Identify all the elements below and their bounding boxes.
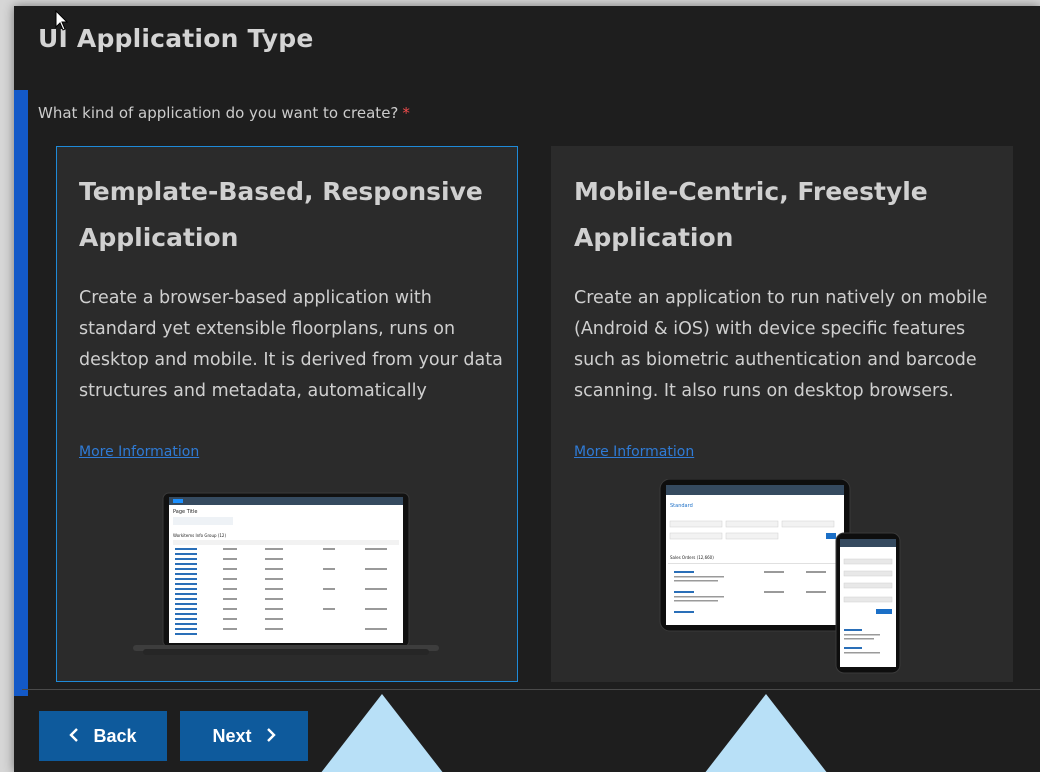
template-based-app-card[interactable]: Template-Based, Responsive Application C… xyxy=(56,146,518,682)
footer-divider xyxy=(22,689,1040,690)
more-information-link[interactable]: More Information xyxy=(79,444,199,460)
laptop-preview-image: Page Title Workitems Info Group (12) xyxy=(133,492,439,655)
next-button-label: Next xyxy=(212,725,252,746)
pointer-triangle-left xyxy=(321,694,443,772)
preview-list-heading: Workitems Info Group (12) xyxy=(173,533,226,538)
mobile-centric-app-card[interactable]: Mobile-Centric, Freestyle Application Cr… xyxy=(551,146,1013,682)
next-button[interactable]: Next xyxy=(180,711,308,761)
wizard-window: UI Application Type What kind of applica… xyxy=(14,6,1040,772)
page-title: UI Application Type xyxy=(38,24,314,53)
preview-page-title: Page Title xyxy=(173,509,197,515)
preview-list-heading: Sales Orders (12,660) xyxy=(670,555,714,560)
more-information-link[interactable]: More Information xyxy=(574,444,694,460)
chevron-left-icon xyxy=(69,726,79,747)
tablet-phone-preview-image: Standard Sales Orders (12,660) xyxy=(659,479,901,674)
back-button-label: Back xyxy=(93,725,137,746)
card-title: Template-Based, Responsive Application xyxy=(79,177,483,252)
chevron-right-icon xyxy=(266,726,276,747)
question-text: What kind of application do you want to … xyxy=(38,104,399,122)
preview-tablet-heading: Standard xyxy=(670,503,693,509)
mouse-cursor-icon xyxy=(55,10,69,31)
back-button[interactable]: Back xyxy=(39,711,167,761)
side-accent-bar xyxy=(14,90,28,696)
question-label: What kind of application do you want to … xyxy=(38,104,410,122)
required-marker: * xyxy=(402,104,410,122)
card-title: Mobile-Centric, Freestyle Application xyxy=(574,177,928,252)
card-description: Create a browser-based application with … xyxy=(79,288,503,401)
pointer-triangle-right xyxy=(705,694,827,772)
card-description: Create an application to run natively on… xyxy=(574,288,988,401)
